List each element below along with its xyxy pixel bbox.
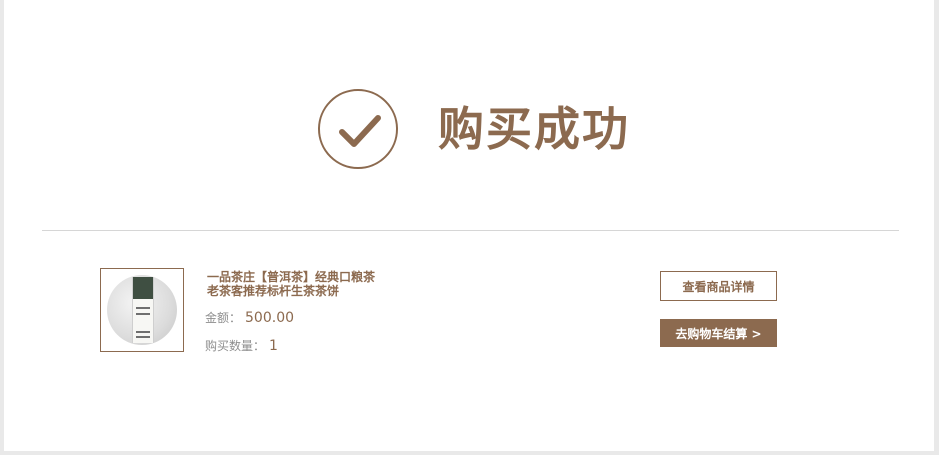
quantity-value: 1 (269, 338, 278, 354)
product-info: 一品茶庄【普洱茶】经典口粮茶老茶客推荐标杆生茶茶饼 金额： 500.00 购买数… (202, 270, 382, 354)
product-image[interactable] (100, 268, 184, 352)
tea-cake-image (107, 275, 177, 345)
divider (42, 230, 899, 231)
view-details-button[interactable]: 查看商品详情 (660, 271, 777, 301)
quantity-label: 购买数量： (205, 339, 266, 353)
success-header: 购买成功 (318, 87, 630, 171)
go-to-cart-button[interactable]: 去购物车结算 > (660, 319, 777, 347)
product-name[interactable]: 一品茶庄【普洱茶】经典口粮茶老茶客推荐标杆生茶茶饼 (207, 270, 382, 298)
tea-cake-wrapper-label (132, 277, 154, 343)
amount-row: 金额： 500.00 (205, 309, 382, 326)
quantity-row: 购买数量： 1 (205, 337, 382, 354)
amount-value: 500.00 (245, 310, 295, 326)
check-circle-icon (318, 89, 398, 169)
purchase-success-panel: 购买成功 一品茶庄【普洱茶】经典口粮茶老茶客推荐标杆生茶茶饼 金额： 500.0… (4, 0, 934, 451)
amount-label: 金额： (205, 311, 242, 325)
success-title: 购买成功 (438, 102, 630, 156)
